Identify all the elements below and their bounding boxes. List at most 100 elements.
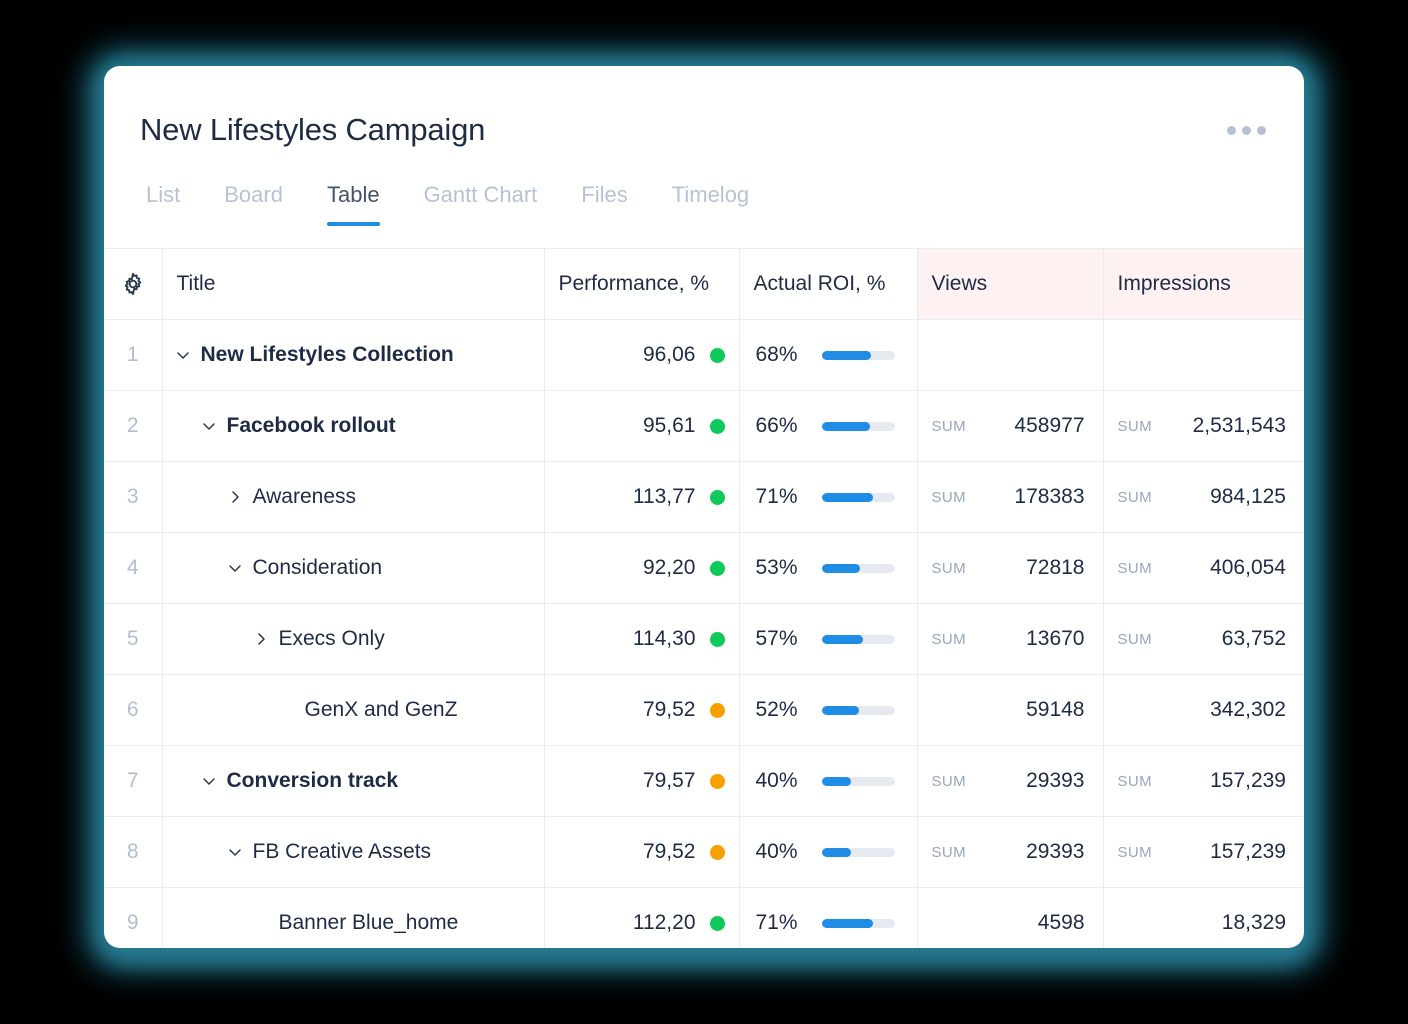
row-title-label: Awareness [252, 485, 357, 508]
performance-value: 114,30 [632, 627, 696, 650]
row-performance-cell: 96,06 [544, 319, 740, 391]
table-row[interactable]: 3 Awareness 113,77 71% SUM 178383 SUM 984,125 [104, 461, 1304, 533]
roi-percent-label: 40% [755, 840, 798, 863]
roi-progress-fill [821, 421, 870, 431]
performance-value: 79,57 [642, 769, 696, 792]
row-performance-cell: 95,61 [544, 390, 740, 462]
column-header-actual-roi[interactable]: Actual ROI, % [739, 248, 918, 320]
status-dot-icon [709, 489, 725, 505]
sum-badge: SUM [931, 488, 967, 506]
status-dot-icon [709, 418, 725, 434]
table-row[interactable]: 1 New Lifestyles Collection 96,06 68% [104, 319, 1304, 391]
row-number: 2 [104, 390, 163, 462]
row-title-cell[interactable]: Consideration [162, 532, 545, 604]
roi-percent-label: 53% [755, 556, 798, 579]
gear-icon[interactable] [120, 271, 146, 297]
tab-gantt-chart[interactable]: Gantt Chart [402, 182, 560, 226]
performance-value: 79,52 [642, 698, 696, 721]
sum-badge: SUM [1117, 559, 1153, 577]
table-row[interactable]: 9 Banner Blue_home 112,20 71% 4598 18,329 [104, 887, 1304, 948]
project-card: New Lifestyles Campaign List Board Table… [104, 66, 1304, 948]
tab-board[interactable]: Board [202, 182, 305, 226]
impressions-value: 18,329 [1221, 911, 1286, 935]
views-value: 29393 [1026, 840, 1085, 863]
roi-progress-fill [821, 776, 851, 786]
row-title-cell[interactable]: New Lifestyles Collection [162, 319, 545, 391]
status-dot-icon [709, 631, 725, 647]
sum-badge: SUM [1117, 630, 1153, 648]
row-title-cell[interactable]: Facebook rollout [162, 390, 545, 462]
table-row[interactable]: 2 Facebook rollout 95,61 66% SUM 458977 SUM 2,5… [104, 390, 1304, 462]
table-body: 1 New Lifestyles Collection 96,06 68% 2 Faceb… [104, 319, 1304, 948]
sum-badge: SUM [1117, 843, 1153, 861]
table-row[interactable]: 5 Execs Only 114,30 57% SUM 13670 SUM 63,752 [104, 603, 1304, 675]
more-dot [1257, 126, 1266, 135]
chevron-down-icon[interactable] [175, 347, 191, 363]
row-title-cell[interactable]: Execs Only [162, 603, 545, 675]
row-number: 9 [104, 887, 163, 948]
column-header-impressions[interactable]: Impressions [1103, 248, 1304, 320]
card-header: New Lifestyles Campaign List Board Table… [104, 66, 1304, 248]
row-title-label: New Lifestyles Collection [200, 343, 454, 366]
chevron-down-icon[interactable] [227, 844, 243, 860]
row-impressions-cell: SUM 406,054 [1103, 532, 1304, 604]
impressions-value: 63,752 [1221, 627, 1286, 650]
row-impressions-cell: SUM 157,239 [1103, 816, 1304, 888]
impressions-value: 342,302 [1210, 698, 1286, 721]
status-dot-icon [709, 773, 725, 789]
roi-progress-bar [821, 847, 895, 857]
row-title-label: GenX and GenZ [304, 698, 458, 721]
row-roi-cell: 53% [739, 532, 918, 604]
table-row[interactable]: 7 Conversion track 79,57 40% SUM 29393 SUM 157,… [104, 745, 1304, 817]
roi-progress-bar [821, 563, 895, 573]
sum-badge: SUM [931, 772, 967, 790]
roi-progress-fill [821, 847, 851, 857]
more-dot [1227, 126, 1236, 135]
row-impressions-cell: 18,329 [1103, 887, 1304, 948]
chevron-right-icon[interactable] [227, 489, 243, 505]
row-roi-cell: 68% [739, 319, 918, 391]
row-number: 3 [104, 461, 163, 533]
screenshot-stage: New Lifestyles Campaign List Board Table… [0, 0, 1408, 1024]
row-impressions-cell: 342,302 [1103, 674, 1304, 746]
page-title: New Lifestyles Campaign [140, 112, 486, 147]
column-header-performance[interactable]: Performance, % [544, 248, 740, 320]
status-dot-icon [709, 702, 725, 718]
roi-progress-bar [821, 705, 895, 715]
chevron-down-icon[interactable] [201, 418, 217, 434]
data-table: Title Performance, % Actual ROI, % Views… [104, 248, 1304, 948]
row-number: 6 [104, 674, 163, 746]
chevron-down-icon[interactable] [227, 560, 243, 576]
tab-list[interactable]: List [140, 182, 202, 226]
row-title-label: FB Creative Assets [252, 840, 432, 863]
column-header-views[interactable]: Views [917, 248, 1104, 320]
row-title-label: Conversion track [226, 769, 399, 792]
row-title-cell[interactable]: Conversion track [162, 745, 545, 817]
row-roi-cell: 71% [739, 461, 918, 533]
tab-files[interactable]: Files [559, 182, 649, 226]
row-title-cell[interactable]: GenX and GenZ [162, 674, 545, 746]
more-options-icon[interactable] [1227, 126, 1266, 135]
performance-value: 95,61 [642, 414, 696, 437]
column-settings-cell[interactable] [104, 248, 163, 320]
table-row[interactable]: 4 Consideration 92,20 53% SUM 72818 SUM 406,054 [104, 532, 1304, 604]
row-performance-cell: 79,52 [544, 674, 740, 746]
roi-progress-fill [821, 705, 860, 715]
row-title-cell[interactable]: Awareness [162, 461, 545, 533]
row-performance-cell: 79,52 [544, 816, 740, 888]
row-roi-cell: 40% [739, 745, 918, 817]
impressions-value: 157,239 [1210, 840, 1286, 863]
tab-timelog[interactable]: Timelog [650, 182, 771, 226]
roi-percent-label: 52% [755, 698, 798, 721]
roi-progress-bar [821, 421, 895, 431]
column-header-title[interactable]: Title [162, 248, 545, 320]
row-performance-cell: 79,57 [544, 745, 740, 817]
row-title-cell[interactable]: Banner Blue_home [162, 887, 545, 948]
row-title-cell[interactable]: FB Creative Assets [162, 816, 545, 888]
roi-progress-fill [821, 634, 864, 644]
chevron-down-icon[interactable] [201, 773, 217, 789]
table-row[interactable]: 8 FB Creative Assets 79,52 40% SUM 29393 SUM 15… [104, 816, 1304, 888]
table-row[interactable]: 6 GenX and GenZ 79,52 52% 59148 342,302 [104, 674, 1304, 746]
tab-table[interactable]: Table [305, 182, 402, 226]
chevron-right-icon[interactable] [253, 631, 269, 647]
